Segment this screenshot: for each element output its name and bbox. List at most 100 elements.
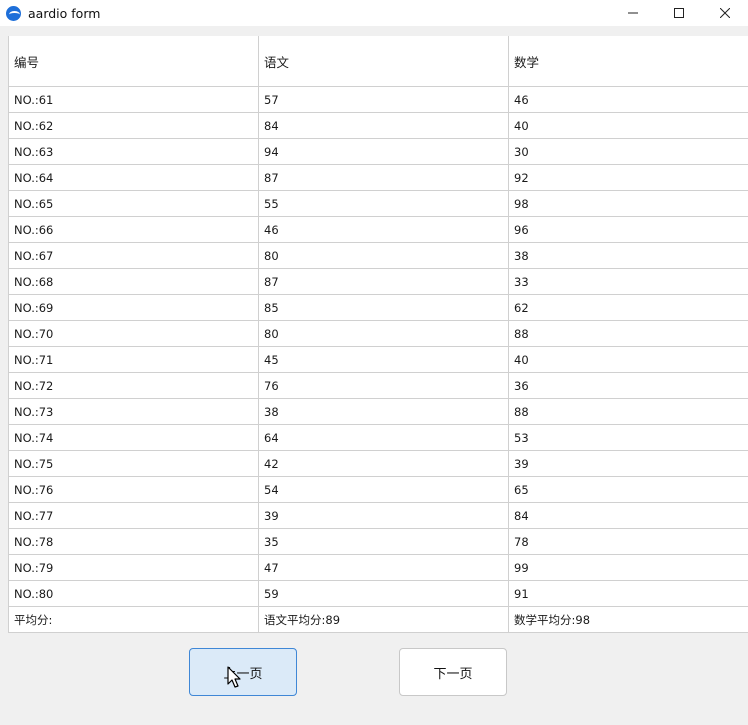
cell-math-score: 36 <box>514 378 529 393</box>
cell-chinese-score: 87 <box>259 269 509 294</box>
cell-chinese-score: 59 <box>259 581 509 606</box>
cell-chinese-score: 45 <box>259 347 509 372</box>
cell-chinese-score: 35 <box>259 529 509 554</box>
cell-id: NO.:71 <box>9 347 259 372</box>
footer-chinese-average: 语文平均分:89 <box>259 607 509 632</box>
cell-math-score: 46 <box>514 92 529 107</box>
table-row[interactable]: NO.:76 54 65 <box>9 477 748 503</box>
maximize-icon <box>674 8 684 18</box>
table-row[interactable]: NO.:75 42 39 <box>9 451 748 477</box>
window-controls <box>610 0 748 26</box>
cell-math-score: 78 <box>514 534 529 549</box>
cell-id: NO.:68 <box>9 269 259 294</box>
score-table[interactable]: 编号 语文 数学 NO.:61 57 46 NO.:62 84 40 NO.:63 94 30 N… <box>8 36 748 633</box>
table-row[interactable]: NO.:63 94 30 <box>9 139 748 165</box>
cell-math-score: 38 <box>514 248 529 263</box>
cell-id: NO.:79 <box>9 555 259 580</box>
cell-math-score: 99 <box>514 560 529 575</box>
cell-chinese-score: 57 <box>259 87 509 112</box>
cell-id: NO.:70 <box>9 321 259 346</box>
cell-chinese-score: 64 <box>259 425 509 450</box>
column-header-math[interactable]: 数学 <box>509 36 748 86</box>
title-bar: aardio form <box>0 0 748 26</box>
footer-math-average: 数学平均分:98 <box>514 612 591 627</box>
cell-math-score: 88 <box>514 326 529 341</box>
cell-id: NO.:67 <box>9 243 259 268</box>
table-row[interactable]: NO.:69 85 62 <box>9 295 748 321</box>
table-row[interactable]: NO.:71 45 40 <box>9 347 748 373</box>
cell-math-score: 30 <box>514 144 529 159</box>
cell-id: NO.:65 <box>9 191 259 216</box>
cell-chinese-score: 46 <box>259 217 509 242</box>
cell-math-score: 40 <box>514 118 529 133</box>
maximize-button[interactable] <box>656 0 702 26</box>
table-row[interactable]: NO.:67 80 38 <box>9 243 748 269</box>
cell-id: NO.:66 <box>9 217 259 242</box>
cell-chinese-score: 80 <box>259 321 509 346</box>
cell-chinese-score: 94 <box>259 139 509 164</box>
cell-chinese-score: 80 <box>259 243 509 268</box>
cell-id: NO.:74 <box>9 425 259 450</box>
table-row[interactable]: NO.:79 47 99 <box>9 555 748 581</box>
cell-chinese-score: 54 <box>259 477 509 502</box>
cell-math-score: 88 <box>514 404 529 419</box>
prev-page-button[interactable]: 上一页 <box>189 648 297 696</box>
table-row[interactable]: NO.:70 80 88 <box>9 321 748 347</box>
cell-math-score: 84 <box>514 508 529 523</box>
table-row[interactable]: NO.:78 35 78 <box>9 529 748 555</box>
cell-chinese-score: 87 <box>259 165 509 190</box>
cell-math-score: 53 <box>514 430 529 445</box>
table-row[interactable]: NO.:62 84 40 <box>9 113 748 139</box>
cell-chinese-score: 55 <box>259 191 509 216</box>
cell-id: NO.:76 <box>9 477 259 502</box>
cell-id: NO.:80 <box>9 581 259 606</box>
cell-chinese-score: 85 <box>259 295 509 320</box>
column-header-chinese[interactable]: 语文 <box>259 36 509 86</box>
column-header-id[interactable]: 编号 <box>9 36 259 86</box>
next-page-button[interactable]: 下一页 <box>399 648 507 696</box>
cell-chinese-score: 84 <box>259 113 509 138</box>
table-footer-row: 平均分: 语文平均分:89 数学平均分:98 <box>9 607 748 633</box>
table-row[interactable]: NO.:65 55 98 <box>9 191 748 217</box>
table-header-row: 编号 语文 数学 <box>9 36 748 87</box>
table-row[interactable]: NO.:68 87 33 <box>9 269 748 295</box>
cell-id: NO.:73 <box>9 399 259 424</box>
table-row[interactable]: NO.:61 57 46 <box>9 87 748 113</box>
cell-id: NO.:62 <box>9 113 259 138</box>
cell-math-score: 39 <box>514 456 529 471</box>
table-row[interactable]: NO.:77 39 84 <box>9 503 748 529</box>
cell-chinese-score: 76 <box>259 373 509 398</box>
close-icon <box>720 8 730 18</box>
cell-chinese-score: 38 <box>259 399 509 424</box>
cell-id: NO.:72 <box>9 373 259 398</box>
cell-chinese-score: 42 <box>259 451 509 476</box>
cell-math-score: 33 <box>514 274 529 289</box>
cell-id: NO.:61 <box>9 87 259 112</box>
window-title: aardio form <box>28 5 101 21</box>
footer-average-label: 平均分: <box>9 607 259 632</box>
close-button[interactable] <box>702 0 748 26</box>
minimize-button[interactable] <box>610 0 656 26</box>
table-row[interactable]: NO.:80 59 91 <box>9 581 748 607</box>
cell-math-score: 65 <box>514 482 529 497</box>
table-row[interactable]: NO.:74 64 53 <box>9 425 748 451</box>
cell-id: NO.:75 <box>9 451 259 476</box>
cell-id: NO.:63 <box>9 139 259 164</box>
cell-math-score: 96 <box>514 222 529 237</box>
cell-id: NO.:77 <box>9 503 259 528</box>
cell-math-score: 40 <box>514 352 529 367</box>
cell-id: NO.:78 <box>9 529 259 554</box>
cell-math-score: 62 <box>514 300 529 315</box>
table-row[interactable]: NO.:66 46 96 <box>9 217 748 243</box>
table-row[interactable]: NO.:72 76 36 <box>9 373 748 399</box>
table-row[interactable]: NO.:64 87 92 <box>9 165 748 191</box>
cell-id: NO.:64 <box>9 165 259 190</box>
cell-id: NO.:69 <box>9 295 259 320</box>
cell-math-score: 91 <box>514 586 529 601</box>
cell-math-score: 98 <box>514 196 529 211</box>
minimize-icon <box>628 12 638 14</box>
aardio-logo-icon <box>6 5 21 21</box>
cell-math-score: 92 <box>514 170 529 185</box>
cell-chinese-score: 47 <box>259 555 509 580</box>
table-row[interactable]: NO.:73 38 88 <box>9 399 748 425</box>
